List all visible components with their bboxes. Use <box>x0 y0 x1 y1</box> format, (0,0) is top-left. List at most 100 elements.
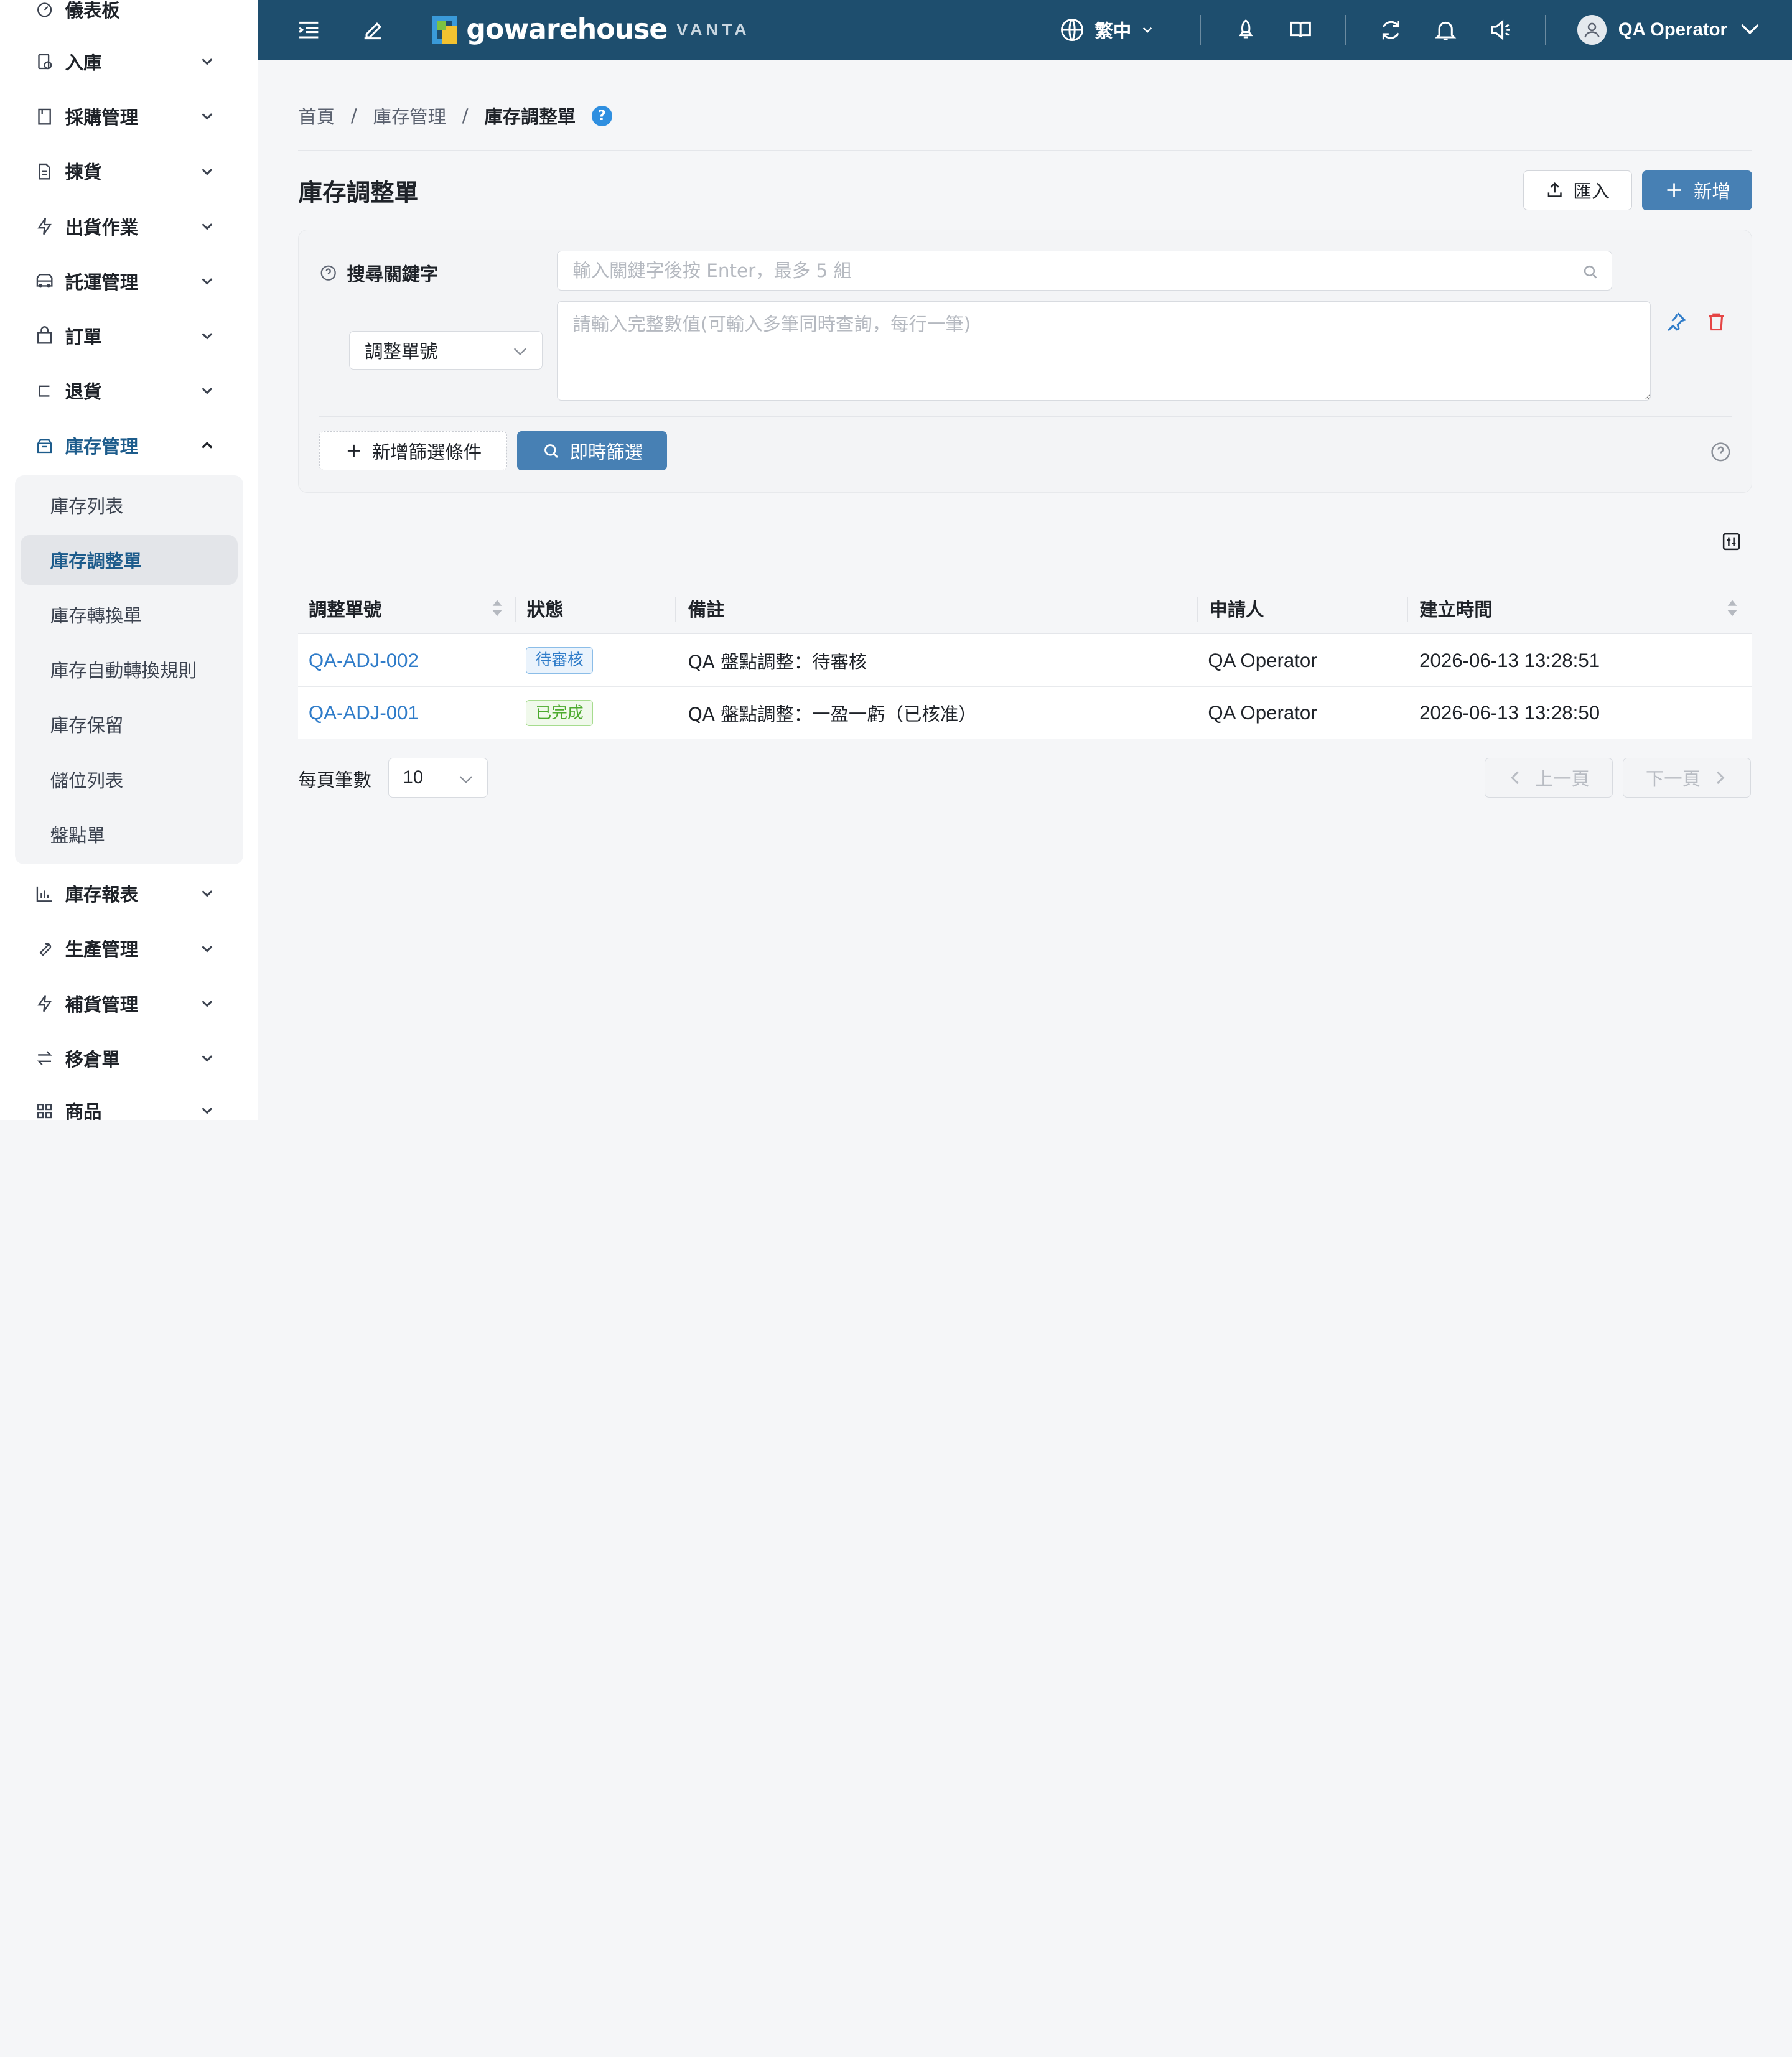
instant-filter-button[interactable]: 即時篩選 <box>517 431 667 470</box>
sidebar-item-inbound[interactable]: 入庫 <box>0 39 258 84</box>
breadcrumb-parent[interactable]: 庫存管理 <box>373 103 446 129</box>
pin-icon[interactable] <box>1664 310 1687 334</box>
column-separator <box>1197 596 1198 622</box>
sidebar-item-label: 託運管理 <box>65 271 139 293</box>
sort-icon[interactable] <box>490 597 504 620</box>
sidebar-subitem-locations[interactable]: 儲位列表 <box>21 754 238 805</box>
brand-logo[interactable]: gowarehouse VANTA <box>432 11 750 48</box>
divider <box>1200 14 1202 45</box>
instant-filter-label: 即時篩選 <box>569 441 643 463</box>
picking-icon <box>34 161 55 182</box>
shipping-icon <box>34 216 55 236</box>
breadcrumb-separator: / <box>350 105 357 127</box>
question-circle-icon[interactable] <box>1709 441 1732 464</box>
breadcrumb-current: 庫存調整單 <box>484 106 576 128</box>
chevron-down-icon <box>202 168 212 175</box>
sidebar-subitem-conversion[interactable]: 庫存轉換單 <box>21 590 238 640</box>
prev-page-button[interactable]: 上一頁 <box>1484 757 1613 798</box>
breadcrumb-home[interactable]: 首頁 <box>298 103 335 129</box>
wrench-icon <box>34 938 55 959</box>
chevron-down-icon <box>202 1108 212 1115</box>
chevron-right-icon <box>1717 771 1725 785</box>
speaker-icon[interactable] <box>1486 15 1516 45</box>
column-settings-icon[interactable] <box>1721 531 1742 552</box>
sidebar-subitem-stocktake[interactable]: 盤點單 <box>21 809 238 859</box>
sidebar-item-picking[interactable]: 揀貨 <box>0 149 258 194</box>
sidebar-subitem-adjustment[interactable]: 庫存調整單 <box>21 534 238 585</box>
page-size-select[interactable]: 10 <box>388 757 488 798</box>
filter-field-value: 調整單號 <box>365 341 438 362</box>
add-filter-condition-button[interactable]: 新增篩選條件 <box>319 431 507 470</box>
bell-icon[interactable] <box>1431 15 1461 45</box>
sidebar: 儀表板 入庫 採購管理 揀貨 出貨作業 託運管理 訂單 退貨 庫存管理 庫存列表… <box>0 0 259 1120</box>
rocket-icon[interactable] <box>1231 15 1261 45</box>
sidebar-item-transfer[interactable]: 移倉單 <box>0 1035 258 1081</box>
sidebar-subitem-auto-conversion[interactable]: 庫存自動轉換規則 <box>21 645 238 695</box>
page-size-label: 每頁筆數 <box>298 769 371 791</box>
sidebar-item-orders[interactable]: 訂單 <box>0 313 258 358</box>
adjustment-id-link[interactable]: QA-ADJ-001 <box>309 702 419 724</box>
create-button[interactable]: 新增 <box>1642 170 1752 210</box>
filter-field-select[interactable]: 調整單號 <box>349 330 543 370</box>
sidebar-item-replenishment[interactable]: 補貨管理 <box>0 981 258 1026</box>
topbar: gowarehouse VANTA 繁中 QA Operator <box>258 0 1792 60</box>
table-row[interactable]: QA-ADJ-002 待審核 QA 盤點調整：待審核 QA Operator 2… <box>298 634 1752 687</box>
sidebar-subitem-label: 庫存自動轉換規則 <box>50 660 197 682</box>
grid-icon <box>34 1101 55 1120</box>
refresh-icon[interactable] <box>1376 15 1406 45</box>
table-header: 調整單號 狀態 備註 申請人 建立時間 <box>298 582 1752 635</box>
sidebar-item-dashboard[interactable]: 儀表板 <box>0 0 258 32</box>
sidebar-item-inventory-reports[interactable]: 庫存報表 <box>0 871 258 917</box>
plus-icon <box>1667 183 1681 197</box>
bag-icon <box>34 325 55 346</box>
user-menu[interactable]: QA Operator <box>1577 14 1762 45</box>
language-label: 繁中 <box>1094 20 1132 42</box>
brand-suffix: VANTA <box>676 19 750 39</box>
divider <box>319 415 1732 417</box>
edit-icon[interactable] <box>358 15 388 45</box>
divider <box>1345 14 1346 45</box>
keyword-search-input[interactable] <box>557 251 1612 291</box>
help-icon[interactable]: ? <box>591 105 612 126</box>
trash-icon[interactable] <box>1705 310 1728 334</box>
next-page-button[interactable]: 下一頁 <box>1623 757 1751 798</box>
plus-icon <box>347 444 360 457</box>
adjustment-id-link[interactable]: QA-ADJ-002 <box>309 650 419 672</box>
sidebar-item-shipping[interactable]: 出貨作業 <box>0 203 258 249</box>
adjustment-table: 調整單號 狀態 備註 申請人 建立時間 QA-ADJ-002 待審核 QA 盤點… <box>298 582 1752 740</box>
sidebar-item-products[interactable]: 商品 <box>0 1088 258 1120</box>
inbound-icon <box>34 52 55 72</box>
chevron-down-icon <box>1741 24 1759 35</box>
chevron-down-icon <box>1142 27 1152 33</box>
sidebar-subitem-label: 庫存保留 <box>50 715 124 737</box>
chevron-down-icon <box>202 333 212 340</box>
globe-icon <box>1060 18 1083 41</box>
sidebar-item-carrier[interactable]: 託運管理 <box>0 258 258 304</box>
sidebar-item-label: 儀表板 <box>65 0 120 21</box>
column-header-status: 狀態 <box>526 599 564 621</box>
sort-icon[interactable] <box>1725 597 1739 620</box>
table-row[interactable]: QA-ADJ-001 已完成 QA 盤點調整：一盈一虧（已核准） QA Oper… <box>298 686 1752 740</box>
sidebar-subitem-label: 庫存轉換單 <box>50 605 142 627</box>
chevron-down-icon <box>513 348 526 356</box>
book-icon[interactable] <box>1286 15 1315 45</box>
menu-toggle-icon[interactable] <box>294 15 324 45</box>
keyword-label: 搜尋關鍵字 <box>319 260 438 286</box>
sidebar-item-label: 移倉單 <box>65 1048 120 1070</box>
sidebar-item-inventory[interactable]: 庫存管理 <box>0 423 258 469</box>
chevron-down-icon <box>202 945 212 953</box>
sidebar-item-label: 退貨 <box>65 381 102 403</box>
sidebar-subitem-inventory-list[interactable]: 庫存列表 <box>21 480 238 530</box>
chevron-down-icon <box>202 278 212 285</box>
filter-values-textarea[interactable] <box>557 301 1651 401</box>
brand-name: gowarehouse <box>466 14 668 46</box>
sidebar-item-label: 商品 <box>65 1101 102 1120</box>
sidebar-item-returns[interactable]: 退貨 <box>0 368 258 413</box>
import-button[interactable]: 匯入 <box>1523 170 1632 210</box>
prev-page-label: 上一頁 <box>1534 768 1590 790</box>
sidebar-subitem-reservation[interactable]: 庫存保留 <box>21 699 238 750</box>
sidebar-item-production[interactable]: 生產管理 <box>0 926 258 971</box>
language-switcher[interactable]: 繁中 <box>1058 15 1154 45</box>
chevron-down-icon <box>202 1000 212 1007</box>
sidebar-item-purchase[interactable]: 採購管理 <box>0 94 258 139</box>
